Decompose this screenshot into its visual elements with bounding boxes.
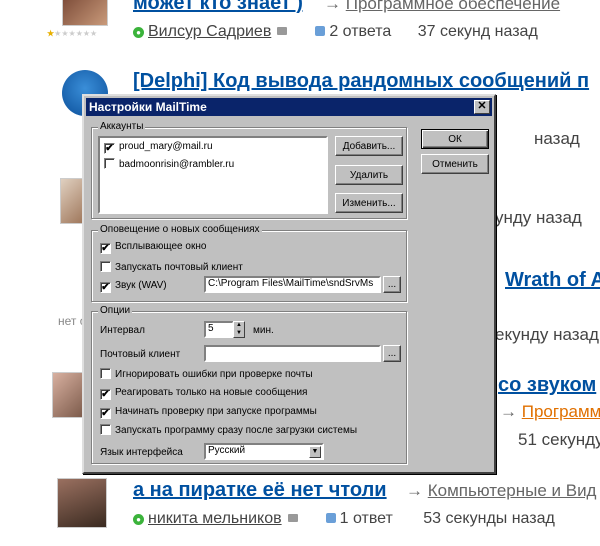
popup-checkbox[interactable]: ✔ bbox=[100, 243, 111, 254]
question-title[interactable]: а на пиратке её нет чтоли bbox=[133, 479, 387, 502]
sound-checkbox-row[interactable]: ✔ Звук (WAV) bbox=[100, 280, 167, 293]
account-email: badmoonrisin@rambler.ru bbox=[119, 159, 235, 170]
autostart-checkbox[interactable] bbox=[100, 424, 111, 435]
question-category[interactable]: → Программ bbox=[500, 402, 600, 422]
account-checkbox[interactable] bbox=[104, 158, 115, 169]
answers-count[interactable]: 2 ответа bbox=[329, 23, 391, 40]
category-link[interactable]: Программ bbox=[522, 402, 600, 421]
popup-checkbox-row[interactable]: ✔ Всплывающее окно bbox=[100, 241, 206, 254]
interval-stepper[interactable]: ▲ ▼ bbox=[233, 321, 245, 338]
dialog-title: Настройки MailTime bbox=[89, 100, 207, 114]
question-time: 51 секунду bbox=[518, 430, 600, 449]
list-item[interactable]: badmoonrisin@rambler.ru bbox=[104, 158, 234, 170]
question-time: 37 секунд назад bbox=[417, 23, 538, 40]
launch-client-label: Запускать почтовый клиент bbox=[115, 262, 243, 273]
question-time: унду назад bbox=[495, 208, 582, 227]
interval-input[interactable]: 5 bbox=[204, 321, 234, 338]
accounts-list[interactable]: ✔ proud_mary@mail.ru badmoonrisin@rambler… bbox=[98, 136, 328, 214]
notify-legend: Оповещение о новых сообщениях bbox=[98, 224, 262, 236]
account-email: proud_mary@mail.ru bbox=[119, 141, 213, 152]
language-select[interactable]: Русский ▼ bbox=[204, 443, 324, 460]
close-icon: ✕ bbox=[477, 100, 487, 112]
accounts-group: Аккаунты ✔ proud_mary@mail.ru badmoonrisi… bbox=[91, 121, 407, 219]
new-only-label: Реагировать только на новые сообщения bbox=[115, 387, 308, 398]
accounts-legend: Аккаунты bbox=[98, 121, 146, 133]
dialog-titlebar[interactable]: Настройки MailTime ✕ bbox=[86, 98, 492, 116]
ok-button[interactable]: ОК bbox=[421, 129, 489, 149]
account-checkbox[interactable]: ✔ bbox=[104, 143, 115, 154]
author-link[interactable]: никита мельников bbox=[148, 510, 282, 527]
language-value: Русский bbox=[208, 445, 246, 456]
client-browse-button[interactable]: ... bbox=[383, 345, 401, 362]
question-meta: ● никита мельников 1 ответ 53 секунды наза… bbox=[133, 510, 555, 528]
autostart-row[interactable]: Запускать программу сразу после загрузки… bbox=[100, 424, 357, 436]
answers-icon bbox=[315, 26, 326, 36]
client-label: Почтовый клиент bbox=[100, 349, 181, 360]
chevron-down-icon[interactable]: ▼ bbox=[309, 446, 321, 458]
category-link[interactable]: Программное обеспечение bbox=[346, 0, 560, 13]
language-label: Язык интерфейса bbox=[100, 447, 183, 458]
close-button[interactable]: ✕ bbox=[474, 100, 490, 114]
launch-client-checkbox[interactable] bbox=[100, 261, 111, 272]
question-title[interactable]: Wrath of A bbox=[505, 269, 600, 292]
gender-icon: ● bbox=[133, 514, 144, 525]
question-category[interactable]: → Программное обеспечение bbox=[324, 0, 560, 14]
sound-path-field[interactable]: C:\Program Files\MailTime\sndSrvMs bbox=[204, 276, 381, 293]
answers-icon bbox=[325, 513, 336, 523]
sound-browse-button[interactable]: ... bbox=[383, 276, 401, 293]
ignore-errors-row[interactable]: Игнорировать ошибки при проверке почты bbox=[100, 368, 313, 380]
new-only-checkbox[interactable]: ✔ bbox=[100, 389, 111, 400]
check-on-start-label: Начинать проверку при запуске программы bbox=[115, 406, 317, 417]
mail-icon[interactable] bbox=[287, 514, 298, 522]
question-time: екунду назад bbox=[495, 325, 599, 344]
question-time: 53 секунды назад bbox=[423, 510, 555, 527]
delete-account-button[interactable]: Удалить bbox=[335, 165, 403, 185]
stepper-up-icon[interactable]: ▲ bbox=[234, 322, 244, 330]
settings-dialog: Настройки MailTime ✕ Аккаунты ✔ proud_mar… bbox=[82, 94, 496, 474]
check-on-start-checkbox[interactable]: ✔ bbox=[100, 408, 111, 419]
question-category[interactable]: → Компьютерные и Вид bbox=[406, 481, 596, 501]
options-group: Опции Интервал 5 ▲ ▼ мин. Почтовый клиент… bbox=[91, 305, 407, 464]
check-on-start-row[interactable]: ✔ Начинать проверку при запуске программы bbox=[100, 406, 317, 419]
new-only-row[interactable]: ✔ Реагировать только на новые сообщения bbox=[100, 387, 307, 400]
mail-icon[interactable] bbox=[277, 27, 288, 35]
launch-client-checkbox-row[interactable]: Запускать почтовый клиент bbox=[100, 261, 243, 273]
autostart-label: Запускать программу сразу после загрузки… bbox=[115, 425, 358, 436]
question-title[interactable]: со звуком bbox=[498, 374, 596, 397]
category-link[interactable]: Компьютерные и Вид bbox=[428, 481, 597, 500]
sound-checkbox[interactable]: ✔ bbox=[100, 282, 111, 293]
sound-label: Звук (WAV) bbox=[115, 280, 167, 291]
question-title[interactable]: может кто знает ) bbox=[133, 0, 303, 15]
popup-label: Всплывающее окно bbox=[115, 241, 207, 252]
question-meta: ● Вилсур Садриев 2 ответа 37 секунд назад bbox=[133, 23, 538, 41]
list-item[interactable]: ✔ proud_mary@mail.ru bbox=[104, 141, 213, 154]
add-account-button[interactable]: Добавить... bbox=[335, 136, 403, 156]
notify-group: Оповещение о новых сообщениях ✔ Всплывающ… bbox=[91, 224, 407, 302]
client-path-field[interactable] bbox=[204, 345, 381, 362]
stepper-down-icon[interactable]: ▼ bbox=[234, 330, 244, 338]
edit-account-button[interactable]: Изменить... bbox=[335, 193, 403, 213]
avatar[interactable] bbox=[62, 0, 108, 26]
options-legend: Опции bbox=[98, 305, 133, 317]
cancel-button[interactable]: Отменить bbox=[421, 154, 489, 174]
gender-icon: ● bbox=[133, 27, 144, 38]
interval-label: Интервал bbox=[100, 325, 145, 336]
question-time: назад bbox=[534, 129, 580, 148]
answers-count[interactable]: 1 ответ bbox=[340, 510, 393, 527]
ignore-errors-checkbox[interactable] bbox=[100, 368, 111, 379]
ignore-errors-label: Игнорировать ошибки при проверке почты bbox=[115, 369, 313, 380]
rating-stars: ★★★★★★★ bbox=[47, 29, 98, 38]
question-title[interactable]: [Delphi] Код вывода рандомных сообщений … bbox=[133, 70, 589, 93]
avatar[interactable] bbox=[57, 478, 107, 528]
interval-unit: мин. bbox=[253, 325, 274, 336]
author-link[interactable]: Вилсур Садриев bbox=[148, 23, 271, 40]
